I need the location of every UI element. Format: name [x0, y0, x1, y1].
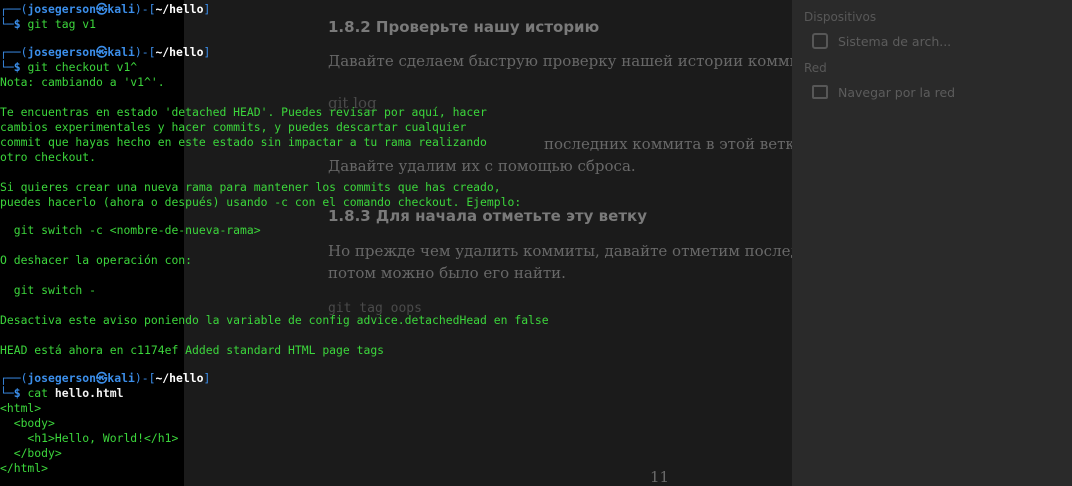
prompt-line: ┌──(josegerson㉿kali)-[~/hello]: [0, 371, 211, 385]
command-line: └─$ cat hello.html: [0, 386, 124, 400]
output-line: Desactiva este aviso poniendo la variabl…: [0, 313, 549, 327]
output-line: cambios experimentales y hacer commits, …: [0, 120, 467, 134]
output-line: commit que hayas hecho en este estado si…: [0, 135, 487, 149]
output-line: Nota: cambiando a 'v1^'.: [0, 75, 165, 89]
output-line: puedes hacerlo (ahora o después) usando …: [0, 195, 522, 209]
terminal[interactable]: ┌──(josegerson㉿kali)-[~/hello] └─$ git t…: [0, 0, 1072, 486]
output-line: Te encuentras en estado 'detached HEAD'.…: [0, 105, 487, 119]
file-line: <html>: [0, 401, 42, 415]
file-line: </html>: [0, 461, 49, 475]
output-line: Si quieres crear una nueva rama para man…: [0, 180, 501, 194]
prompt-line: ┌──(josegerson㉿kali)-[~/hello]: [0, 45, 211, 59]
prompt-line: ┌──(josegerson㉿kali)-[~/hello]: [0, 2, 211, 16]
file-line: <body>: [0, 416, 55, 430]
command-line: └─$ git checkout v1^: [0, 60, 138, 74]
output-line: HEAD está ahora en c1174ef Added standar…: [0, 343, 385, 357]
output-line: git switch -c <nombre-de-nueva-rama>: [0, 223, 261, 237]
file-line: </body>: [0, 446, 62, 460]
file-line: <h1>Hello, World!</h1>: [0, 431, 179, 445]
command-line: └─$ git tag v1: [0, 17, 97, 31]
output-line: git switch -: [0, 283, 97, 297]
output-line: otro checkout.: [0, 150, 97, 164]
output-line: O deshacer la operación con:: [0, 253, 193, 267]
